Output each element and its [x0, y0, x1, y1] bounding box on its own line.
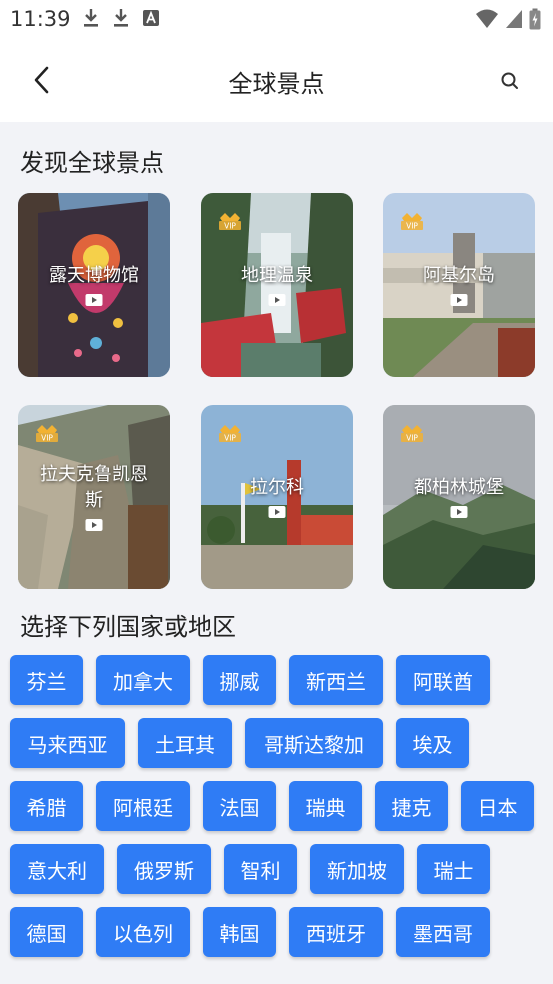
spot-name: 都柏林城堡	[414, 477, 504, 498]
battery-icon	[529, 8, 541, 30]
country-button[interactable]: 法国	[203, 781, 276, 831]
status-time: 11:39	[10, 7, 71, 31]
spot-card[interactable]: VIP 地理温泉	[201, 193, 353, 377]
country-button[interactable]: 马来西亚	[10, 718, 125, 768]
spot-card-label: 拉夫克鲁凯恩斯	[24, 405, 164, 589]
country-button[interactable]: 墨西哥	[396, 907, 490, 957]
country-button[interactable]: 阿根廷	[96, 781, 190, 831]
country-button[interactable]: 意大利	[10, 844, 104, 894]
country-button[interactable]: 哥斯达黎加	[245, 718, 383, 768]
country-button[interactable]: 西班牙	[289, 907, 383, 957]
spot-card[interactable]: VIP 都柏林城堡	[383, 405, 535, 589]
country-button[interactable]: 德国	[10, 907, 83, 957]
spot-card-label: 露天博物馆	[24, 193, 164, 377]
country-button[interactable]: 瑞士	[417, 844, 490, 894]
video-play-icon	[85, 294, 103, 306]
status-bar: 11:39	[0, 0, 553, 38]
spot-name: 拉尔科	[250, 477, 304, 498]
country-button[interactable]: 芬兰	[10, 655, 83, 705]
spot-card[interactable]: 露天博物馆	[18, 193, 170, 377]
spot-name: 露天博物馆	[49, 265, 139, 286]
font-app-icon	[143, 10, 159, 26]
spot-card[interactable]: VIP 阿基尔岛	[383, 193, 535, 377]
header-bar: 全球景点	[0, 38, 553, 122]
country-button[interactable]: 加拿大	[96, 655, 190, 705]
system-icons	[475, 8, 541, 30]
country-button[interactable]: 智利	[224, 844, 297, 894]
video-play-icon	[268, 294, 286, 306]
country-button[interactable]: 挪威	[203, 655, 276, 705]
country-button[interactable]: 以色列	[96, 907, 190, 957]
country-button[interactable]: 埃及	[396, 718, 469, 768]
country-button[interactable]: 韩国	[203, 907, 276, 957]
spot-name: 地理温泉	[241, 265, 313, 286]
spot-card-label: 地理温泉	[207, 193, 347, 377]
download-icon	[84, 9, 98, 27]
country-button[interactable]: 捷克	[375, 781, 448, 831]
video-play-icon	[85, 519, 103, 531]
country-button[interactable]: 新西兰	[289, 655, 383, 705]
notification-icons	[82, 7, 160, 29]
country-button[interactable]: 阿联酋	[396, 655, 490, 705]
discover-section-title: 发现全球景点	[20, 149, 164, 177]
country-button[interactable]: 希腊	[10, 781, 83, 831]
wifi-icon	[476, 9, 498, 28]
country-button[interactable]: 土耳其	[138, 718, 232, 768]
country-button[interactable]: 俄罗斯	[117, 844, 211, 894]
spot-name: 阿基尔岛	[423, 265, 495, 286]
spot-card[interactable]: VIP 拉尔科	[201, 405, 353, 589]
country-button[interactable]: 瑞典	[289, 781, 362, 831]
spot-card-label: 都柏林城堡	[389, 405, 529, 589]
country-button[interactable]: 新加坡	[310, 844, 404, 894]
country-button[interactable]: 日本	[461, 781, 534, 831]
spot-card-label: 拉尔科	[207, 405, 347, 589]
search-button[interactable]	[499, 70, 521, 92]
search-icon	[501, 72, 518, 89]
download-icon	[114, 9, 128, 27]
video-play-icon	[450, 506, 468, 518]
spot-name: 拉夫克鲁凯恩斯	[40, 464, 148, 511]
country-section-title: 选择下列国家或地区	[20, 613, 236, 641]
spot-card-label: 阿基尔岛	[389, 193, 529, 377]
signal-icon	[506, 10, 522, 28]
page-title: 全球景点	[228, 70, 325, 98]
spot-card[interactable]: VIP 拉夫克鲁凯恩斯	[18, 405, 170, 589]
video-play-icon	[450, 294, 468, 306]
video-play-icon	[268, 506, 286, 518]
